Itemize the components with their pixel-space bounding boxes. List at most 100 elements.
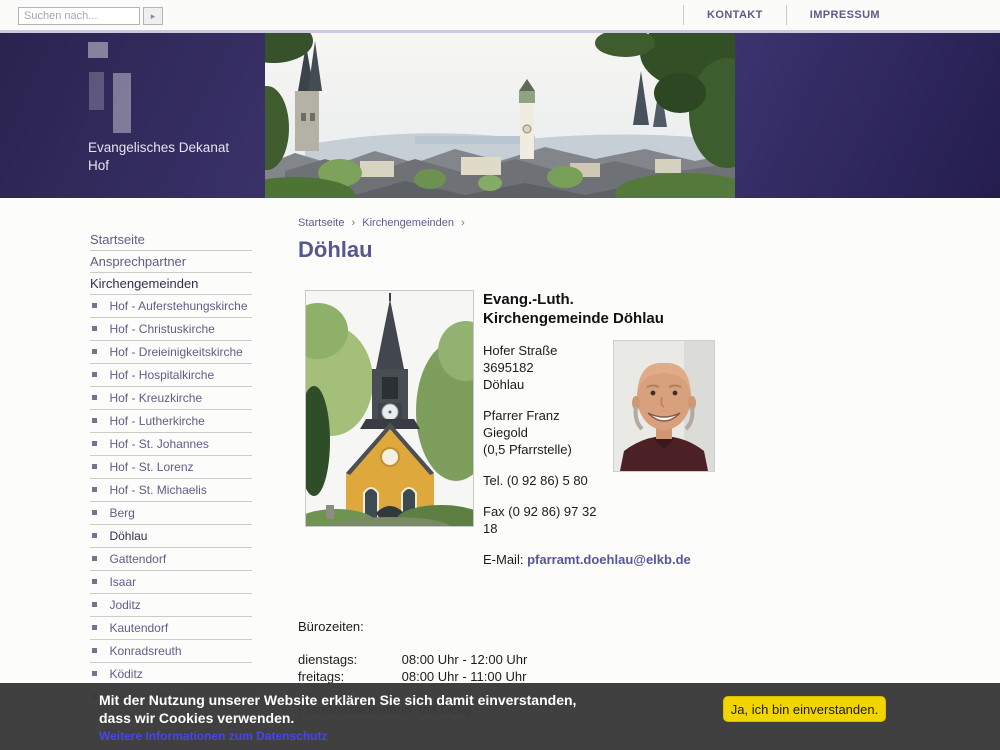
search-form: ▸ — [18, 7, 163, 25]
breadcrumb-separator: › — [352, 217, 356, 229]
sidebar-item[interactable]: Kautendorf — [90, 617, 252, 640]
parish-name: Evang.-Luth. Kirchengemeinde Döhlau — [483, 290, 715, 328]
church-illustration — [306, 291, 473, 526]
search-input[interactable] — [18, 7, 140, 25]
sidebar-item-label[interactable]: Hof - Auferstehungskirche — [109, 299, 247, 313]
sidebar-item-label[interactable]: Kirchengemeinden — [90, 276, 198, 291]
sidebar-item-label[interactable]: Hof - Dreieinigkeitskirche — [109, 345, 242, 359]
page: ▸ KONTAKT IMPRESSUM Evangelisches Dekana… — [0, 0, 1000, 750]
sidebar-item[interactable]: Döhlau — [90, 525, 252, 548]
sidebar-nav-list: Startseite Ansprechpartner Kirchengemein… — [90, 229, 252, 709]
sidebar-item-label[interactable]: Gattendorf — [109, 552, 166, 566]
bullet-icon — [92, 372, 97, 377]
sidebar-item[interactable]: Joditz — [90, 594, 252, 617]
sidebar-item-label[interactable]: Startseite — [90, 232, 145, 247]
kontakt-link[interactable]: KONTAKT — [683, 5, 786, 25]
sidebar-item[interactable]: Hof - Christuskirche — [90, 318, 252, 341]
sidebar-item-label[interactable]: Ansprechpartner — [90, 254, 186, 269]
sidebar-item[interactable]: Hof - Kreuzkirche — [90, 387, 252, 410]
sidebar-item[interactable]: Hof - Hospitalkirche — [90, 364, 252, 387]
cookie-accept-button[interactable]: Ja, ich bin einverstanden. — [723, 696, 886, 722]
bullet-icon — [92, 533, 97, 538]
sidebar-item-label[interactable]: Berg — [109, 506, 134, 520]
cookie-consent-bar: Mit der Nutzung unserer Website erklären… — [0, 683, 1000, 750]
bullet-icon — [92, 602, 97, 607]
email-label: E-Mail: — [483, 552, 523, 567]
bullet-icon — [92, 487, 97, 492]
office-hours-time: 08:00 Uhr - 11:00 Uhr — [402, 669, 527, 684]
sidebar-item-label[interactable]: Hof - Hospitalkirche — [109, 368, 214, 382]
sidebar-item[interactable]: Hof - Auferstehungskirche — [90, 295, 252, 318]
sidebar-item-label[interactable]: Joditz — [109, 598, 140, 612]
sidebar-item[interactable]: Berg — [90, 502, 252, 525]
office-hours-day: dienstags: — [298, 651, 398, 668]
office-hours-time: 08:00 Uhr - 12:00 Uhr — [402, 652, 528, 667]
top-links: KONTAKT IMPRESSUM — [683, 0, 903, 30]
sidebar-item-label[interactable]: Hof - Christuskirche — [109, 322, 214, 336]
sidebar-item[interactable]: Hof - St. Johannes — [90, 433, 252, 456]
email-line: E-Mail: pfarramt.doehlau@elkb.de — [483, 551, 715, 568]
sidebar-item[interactable]: Hof - Lutherkirche — [90, 410, 252, 433]
sidebar-item-label[interactable]: Hof - St. Michaelis — [109, 483, 206, 497]
office-hours-list: dienstags: 08:00 Uhr - 12:00 Uhr freitag… — [298, 651, 748, 685]
sidebar-item[interactable]: Hof - Dreieinigkeitskirche — [90, 341, 252, 364]
bullet-icon — [92, 418, 97, 423]
sidebar-item-label[interactable]: Hof - St. Lorenz — [109, 460, 193, 474]
cityscape-illustration — [265, 33, 735, 198]
page-title: Döhlau — [298, 237, 748, 263]
site-header: Evangelisches Dekanat Hof — [0, 33, 1000, 198]
breadcrumb: Startseite › Kirchengemeinden › — [298, 217, 748, 229]
search-submit-button[interactable]: ▸ — [143, 7, 163, 25]
header-cityscape-photo — [265, 33, 735, 198]
sidebar-item-label[interactable]: Hof - Kreuzkirche — [109, 391, 202, 405]
parish-info: Evang.-Luth. Kirchengemeinde Döhlau — [483, 290, 715, 568]
bullet-icon — [92, 303, 97, 308]
logo-square-icon — [113, 73, 131, 133]
bullet-icon — [92, 441, 97, 446]
breadcrumb-link-startseite[interactable]: Startseite — [298, 217, 344, 229]
pastor-photo — [613, 340, 715, 472]
pastor-portrait-illustration — [614, 341, 714, 471]
sidebar-item-label[interactable]: Kautendorf — [109, 621, 168, 635]
sidebar-item-label[interactable]: Hof - Lutherkirche — [109, 414, 204, 428]
top-bar: ▸ KONTAKT IMPRESSUM — [0, 0, 1000, 33]
sidebar-item[interactable]: Isaar — [90, 571, 252, 594]
bullet-icon — [92, 349, 97, 354]
sidebar-item[interactable]: Gattendorf — [90, 548, 252, 571]
sidebar-item-label[interactable]: Konradsreuth — [109, 644, 181, 658]
sidebar-item-label[interactable]: Hof - St. Johannes — [109, 437, 208, 451]
bullet-icon — [92, 326, 97, 331]
bullet-icon — [92, 671, 97, 676]
bullet-icon — [92, 556, 97, 561]
sidebar-item-label[interactable]: Döhlau — [109, 529, 147, 543]
sidebar-item[interactable]: Ansprechpartner — [90, 251, 252, 273]
sidebar-item[interactable]: Konradsreuth — [90, 640, 252, 663]
search-arrow-icon: ▸ — [151, 11, 156, 21]
datenschutz-link[interactable]: Weitere Informationen zum Datenschutz — [99, 729, 327, 743]
bullet-icon — [92, 395, 97, 400]
office-hours-title: Bürozeiten: — [298, 618, 748, 635]
main-content: Startseite › Kirchengemeinden › Döhlau — [298, 217, 748, 718]
bullet-icon — [92, 648, 97, 653]
sidebar-nav: Startseite Ansprechpartner Kirchengemein… — [90, 229, 252, 709]
site-title: Evangelisches Dekanat Hof — [88, 139, 229, 175]
sidebar-item-label[interactable]: Isaar — [109, 575, 136, 589]
phone-number: Tel. (0 92 86) 5 80 — [483, 472, 715, 489]
sidebar-item[interactable]: Startseite — [90, 229, 252, 251]
email-link[interactable]: pfarramt.doehlau@elkb.de — [527, 552, 691, 567]
bullet-icon — [92, 579, 97, 584]
cookie-message: Mit der Nutzung unserer Website erklären… — [99, 691, 576, 727]
impressum-link[interactable]: IMPRESSUM — [786, 5, 903, 25]
bullet-icon — [92, 464, 97, 469]
content-row: Evang.-Luth. Kirchengemeinde Döhlau — [298, 290, 748, 568]
breadcrumb-link-kirchengemeinden[interactable]: Kirchengemeinden — [362, 217, 454, 229]
bullet-icon — [92, 625, 97, 630]
sidebar-item[interactable]: Kirchengemeinden — [90, 273, 252, 295]
logo-square-icon — [88, 42, 108, 58]
sidebar-item-label[interactable]: Köditz — [109, 667, 142, 681]
sidebar-item[interactable]: Hof - St. Lorenz — [90, 456, 252, 479]
bullet-icon — [92, 510, 97, 515]
breadcrumb-separator: › — [461, 217, 465, 229]
fax-number: Fax (0 92 86) 97 32 18 — [483, 503, 715, 537]
sidebar-item[interactable]: Hof - St. Michaelis — [90, 479, 252, 502]
